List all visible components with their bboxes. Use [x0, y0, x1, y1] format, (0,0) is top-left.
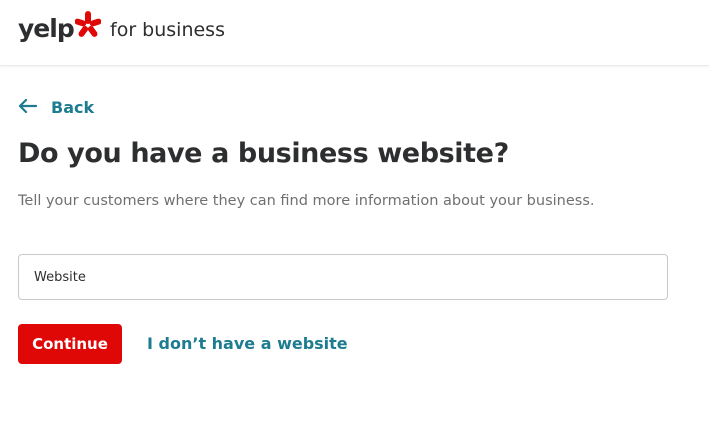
website-field-container — [18, 254, 668, 300]
top-header: yelp for business — [0, 0, 709, 66]
page-title: Do you have a business website? — [18, 138, 509, 169]
back-label: Back — [51, 98, 95, 117]
website-input[interactable] — [19, 255, 667, 299]
continue-button[interactable]: Continue — [18, 324, 122, 364]
yelp-logo[interactable]: yelp — [18, 10, 102, 48]
page-subtitle: Tell your customers where they can find … — [18, 193, 595, 209]
for-business-tagline: for business — [110, 19, 225, 41]
arrow-left-icon — [18, 98, 51, 117]
back-link[interactable]: Back — [18, 98, 95, 117]
no-website-link[interactable]: I don’t have a website — [147, 334, 348, 353]
yelp-burst-icon — [74, 10, 102, 45]
yelp-logo-text: yelp — [18, 13, 75, 43]
